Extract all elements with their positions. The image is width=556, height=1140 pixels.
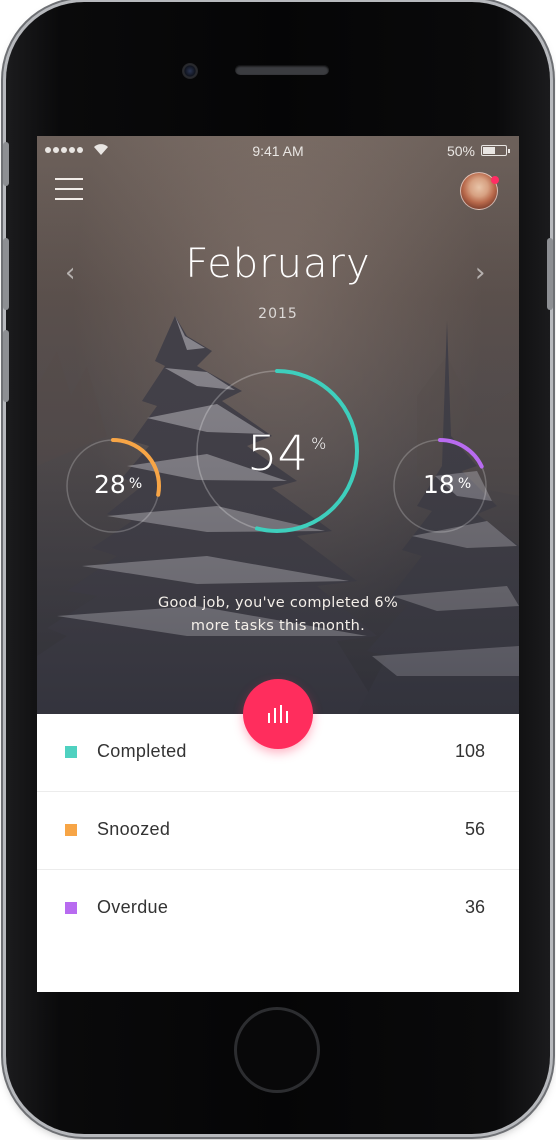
volume-up-button xyxy=(3,238,9,310)
left-percent-value: 28 xyxy=(94,470,126,499)
main-percent-unit: % xyxy=(311,434,327,453)
overdue-color-swatch xyxy=(65,902,77,914)
main-percent-value: 54 xyxy=(247,426,309,482)
volume-down-button xyxy=(3,330,9,402)
row-label: Completed xyxy=(97,741,187,761)
hero-background: 9:41 AM 50% ‹ › February 2015 54% 28% 18… xyxy=(37,136,519,714)
row-value: 36 xyxy=(464,897,485,917)
home-button[interactable] xyxy=(234,1007,320,1093)
row-label: Snoozed xyxy=(97,819,171,839)
app-screen: 9:41 AM 50% ‹ › February 2015 54% 28% 18… xyxy=(37,136,519,992)
list-item-completed[interactable]: Completed 108 xyxy=(37,714,519,792)
main-percent: 54% xyxy=(247,426,326,482)
row-value: 56 xyxy=(464,819,485,839)
stats-list: Completed 108 Snoozed 56 Overdue 36 xyxy=(37,714,519,947)
left-percent-unit: % xyxy=(128,476,143,492)
right-percent-value: 18 xyxy=(423,470,455,499)
left-percent: 28% xyxy=(94,470,142,499)
row-value: 108 xyxy=(454,741,485,761)
row-label: Overdue xyxy=(97,897,169,917)
message-line-1: Good job, you've completed 6% xyxy=(157,595,399,611)
mute-switch xyxy=(3,142,9,186)
front-camera xyxy=(182,63,198,79)
power-button xyxy=(547,238,553,310)
earpiece-speaker xyxy=(235,65,329,75)
message-line-2: more tasks this month. xyxy=(190,618,366,634)
summary-message: Good job, you've completed 6% more tasks… xyxy=(37,592,519,638)
list-item-snoozed[interactable]: Snoozed 56 xyxy=(37,792,519,870)
list-item-overdue[interactable]: Overdue 36 xyxy=(37,870,519,947)
completed-color-swatch xyxy=(65,746,77,758)
snoozed-color-swatch xyxy=(65,824,77,836)
right-percent: 18% xyxy=(423,470,471,499)
right-percent-unit: % xyxy=(457,476,472,492)
